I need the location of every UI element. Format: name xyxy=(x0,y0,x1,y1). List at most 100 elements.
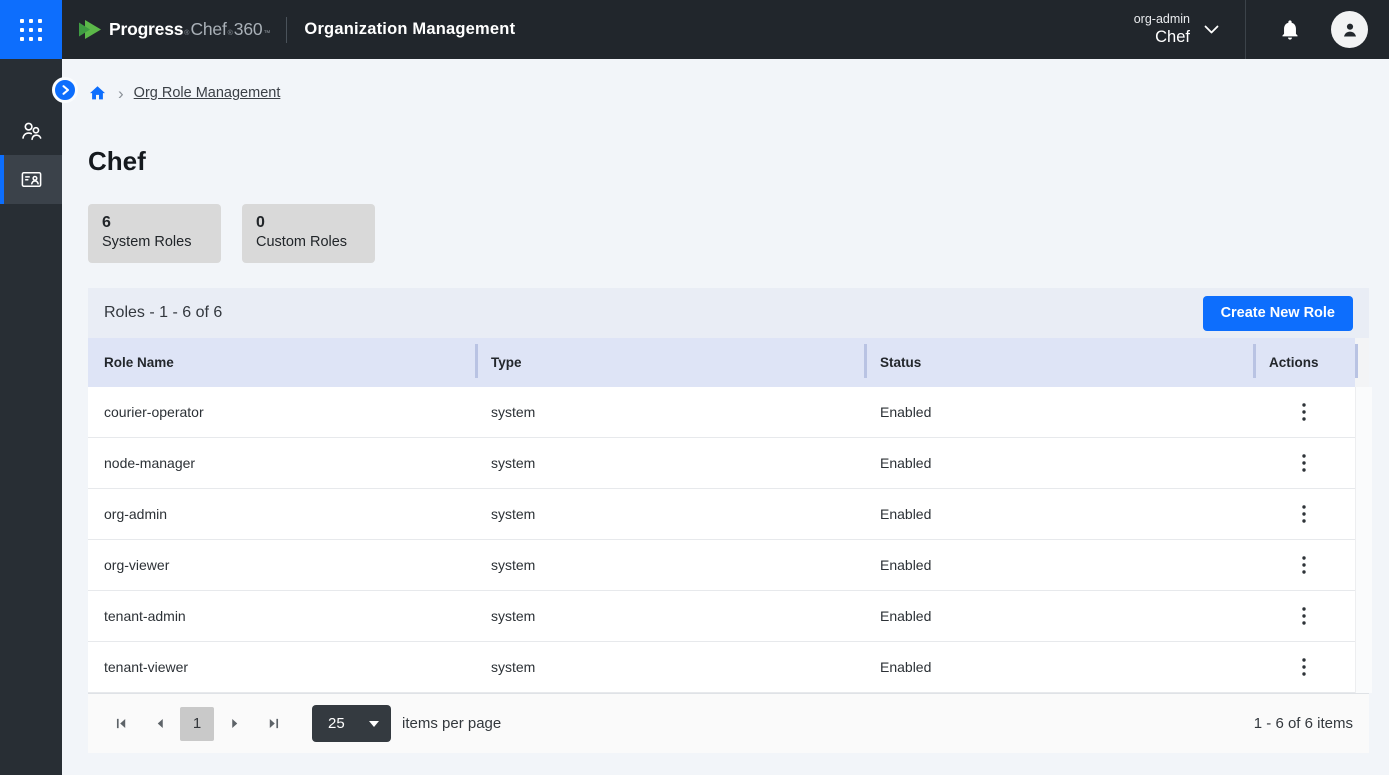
cell-status: Enabled xyxy=(864,489,1253,540)
pagination-bar: 1 25 items per page 1 - 6 of 6 items xyxy=(88,693,1369,753)
cell-role-name: tenant-admin xyxy=(88,591,475,642)
previous-page-icon xyxy=(155,717,164,730)
column-header-type: Type xyxy=(475,338,864,387)
items-per-page-label: items per page xyxy=(402,715,501,732)
kebab-menu-icon xyxy=(1302,505,1306,523)
cell-actions xyxy=(1253,642,1355,693)
app-title: Organization Management xyxy=(304,20,515,39)
cell-status: Enabled xyxy=(864,540,1253,591)
page-title: Chef xyxy=(88,147,1369,175)
users-icon xyxy=(19,119,44,143)
stats-row: 6 System Roles 0 Custom Roles xyxy=(88,204,1369,263)
table-scrollbar-gutter xyxy=(1355,642,1372,693)
left-sidebar xyxy=(0,59,62,775)
cell-type: system xyxy=(475,540,864,591)
last-page-button[interactable] xyxy=(256,707,290,741)
cell-role-name: courier-operator xyxy=(88,387,475,438)
table-scrollbar-gutter xyxy=(1355,438,1372,489)
cell-type: system xyxy=(475,438,864,489)
create-new-role-button[interactable]: Create New Role xyxy=(1203,296,1353,331)
column-header-actions: Actions xyxy=(1253,338,1355,387)
sidebar-expand-button[interactable] xyxy=(52,77,78,103)
cell-role-name: node-manager xyxy=(88,438,475,489)
row-actions-menu-button[interactable] xyxy=(1292,601,1316,631)
first-page-button[interactable] xyxy=(104,707,138,741)
main-content: › Org Role Management Chef 6 System Role… xyxy=(62,59,1389,775)
table-row: courier-operator system Enabled xyxy=(88,387,1369,438)
cell-role-name: tenant-viewer xyxy=(88,642,475,693)
user-org-menu[interactable]: org-admin Chef xyxy=(1134,12,1219,47)
table-row: tenant-admin system Enabled xyxy=(88,591,1369,642)
cell-type: system xyxy=(475,489,864,540)
pagination-range-label: 1 - 6 of 6 items xyxy=(1254,715,1353,732)
row-actions-menu-button[interactable] xyxy=(1292,652,1316,682)
trademark-mark: ™ xyxy=(263,30,270,37)
app-launcher-button[interactable] xyxy=(0,0,62,59)
table-row: tenant-viewer system Enabled xyxy=(88,642,1369,693)
account-button[interactable] xyxy=(1331,11,1368,48)
row-actions-menu-button[interactable] xyxy=(1292,397,1316,427)
sidebar-item-org-roles[interactable] xyxy=(0,155,62,204)
breadcrumb-separator: › xyxy=(118,85,124,102)
user-role-label: org-admin xyxy=(1134,12,1190,27)
cell-type: system xyxy=(475,591,864,642)
breadcrumb-link-org-role-management[interactable]: Org Role Management xyxy=(134,85,281,101)
brand-chef: Chef xyxy=(190,19,226,40)
brand-360: 360 xyxy=(234,19,263,40)
chevron-right-icon xyxy=(61,85,70,95)
sidebar-item-users[interactable] xyxy=(0,106,62,155)
cell-actions xyxy=(1253,591,1355,642)
cell-actions xyxy=(1253,540,1355,591)
cell-status: Enabled xyxy=(864,387,1253,438)
row-actions-menu-button[interactable] xyxy=(1292,448,1316,478)
cell-actions xyxy=(1253,438,1355,489)
brand-progress: Progress xyxy=(109,19,183,40)
cell-actions xyxy=(1253,387,1355,438)
cell-role-name: org-admin xyxy=(88,489,475,540)
kebab-menu-icon xyxy=(1302,556,1306,574)
chevron-down-icon xyxy=(1204,25,1219,34)
breadcrumb: › Org Role Management xyxy=(88,81,1369,105)
trademark-mark: ® xyxy=(184,30,189,37)
cell-status: Enabled xyxy=(864,642,1253,693)
breadcrumb-home-link[interactable] xyxy=(88,84,107,102)
grid-dots-icon xyxy=(20,19,42,41)
role-card-icon xyxy=(20,168,43,191)
previous-page-button[interactable] xyxy=(142,707,176,741)
row-actions-menu-button[interactable] xyxy=(1292,550,1316,580)
kebab-menu-icon xyxy=(1302,403,1306,421)
first-page-icon xyxy=(115,717,128,730)
next-page-button[interactable] xyxy=(218,707,252,741)
row-actions-menu-button[interactable] xyxy=(1292,499,1316,529)
column-header-role-name: Role Name xyxy=(88,338,475,387)
table-row: org-viewer system Enabled xyxy=(88,540,1369,591)
roles-table-card: Roles - 1 - 6 of 6 Create New Role Role … xyxy=(88,288,1369,753)
brand-logo: Progress®Chef®360™ xyxy=(78,19,271,40)
header-divider xyxy=(286,17,287,43)
next-page-icon xyxy=(231,717,240,730)
stat-card: 6 System Roles xyxy=(88,204,221,263)
progress-logo-icon xyxy=(78,19,102,40)
column-header-status: Status xyxy=(864,338,1253,387)
stat-value: 6 xyxy=(102,213,207,232)
table-body: courier-operator system Enabled xyxy=(88,387,1369,693)
table-scrollbar-gutter xyxy=(1355,338,1369,387)
table-scrollbar-gutter xyxy=(1355,591,1372,642)
header-divider xyxy=(1245,0,1246,59)
current-page-button[interactable]: 1 xyxy=(180,707,214,741)
page-size-value: 25 xyxy=(328,715,345,732)
kebab-menu-icon xyxy=(1302,607,1306,625)
stat-value: 0 xyxy=(256,213,361,232)
kebab-menu-icon xyxy=(1302,454,1306,472)
cell-type: system xyxy=(475,387,864,438)
stat-card: 0 Custom Roles xyxy=(242,204,375,263)
notifications-button[interactable] xyxy=(1279,18,1301,41)
cell-role-name: org-viewer xyxy=(88,540,475,591)
table-row: node-manager system Enabled xyxy=(88,438,1369,489)
table-scrollbar-gutter xyxy=(1355,489,1372,540)
table-title: Roles - 1 - 6 of 6 xyxy=(104,304,222,322)
home-icon xyxy=(88,84,107,102)
last-page-icon xyxy=(267,717,280,730)
page-size-dropdown[interactable]: 25 xyxy=(312,705,391,742)
cell-status: Enabled xyxy=(864,591,1253,642)
